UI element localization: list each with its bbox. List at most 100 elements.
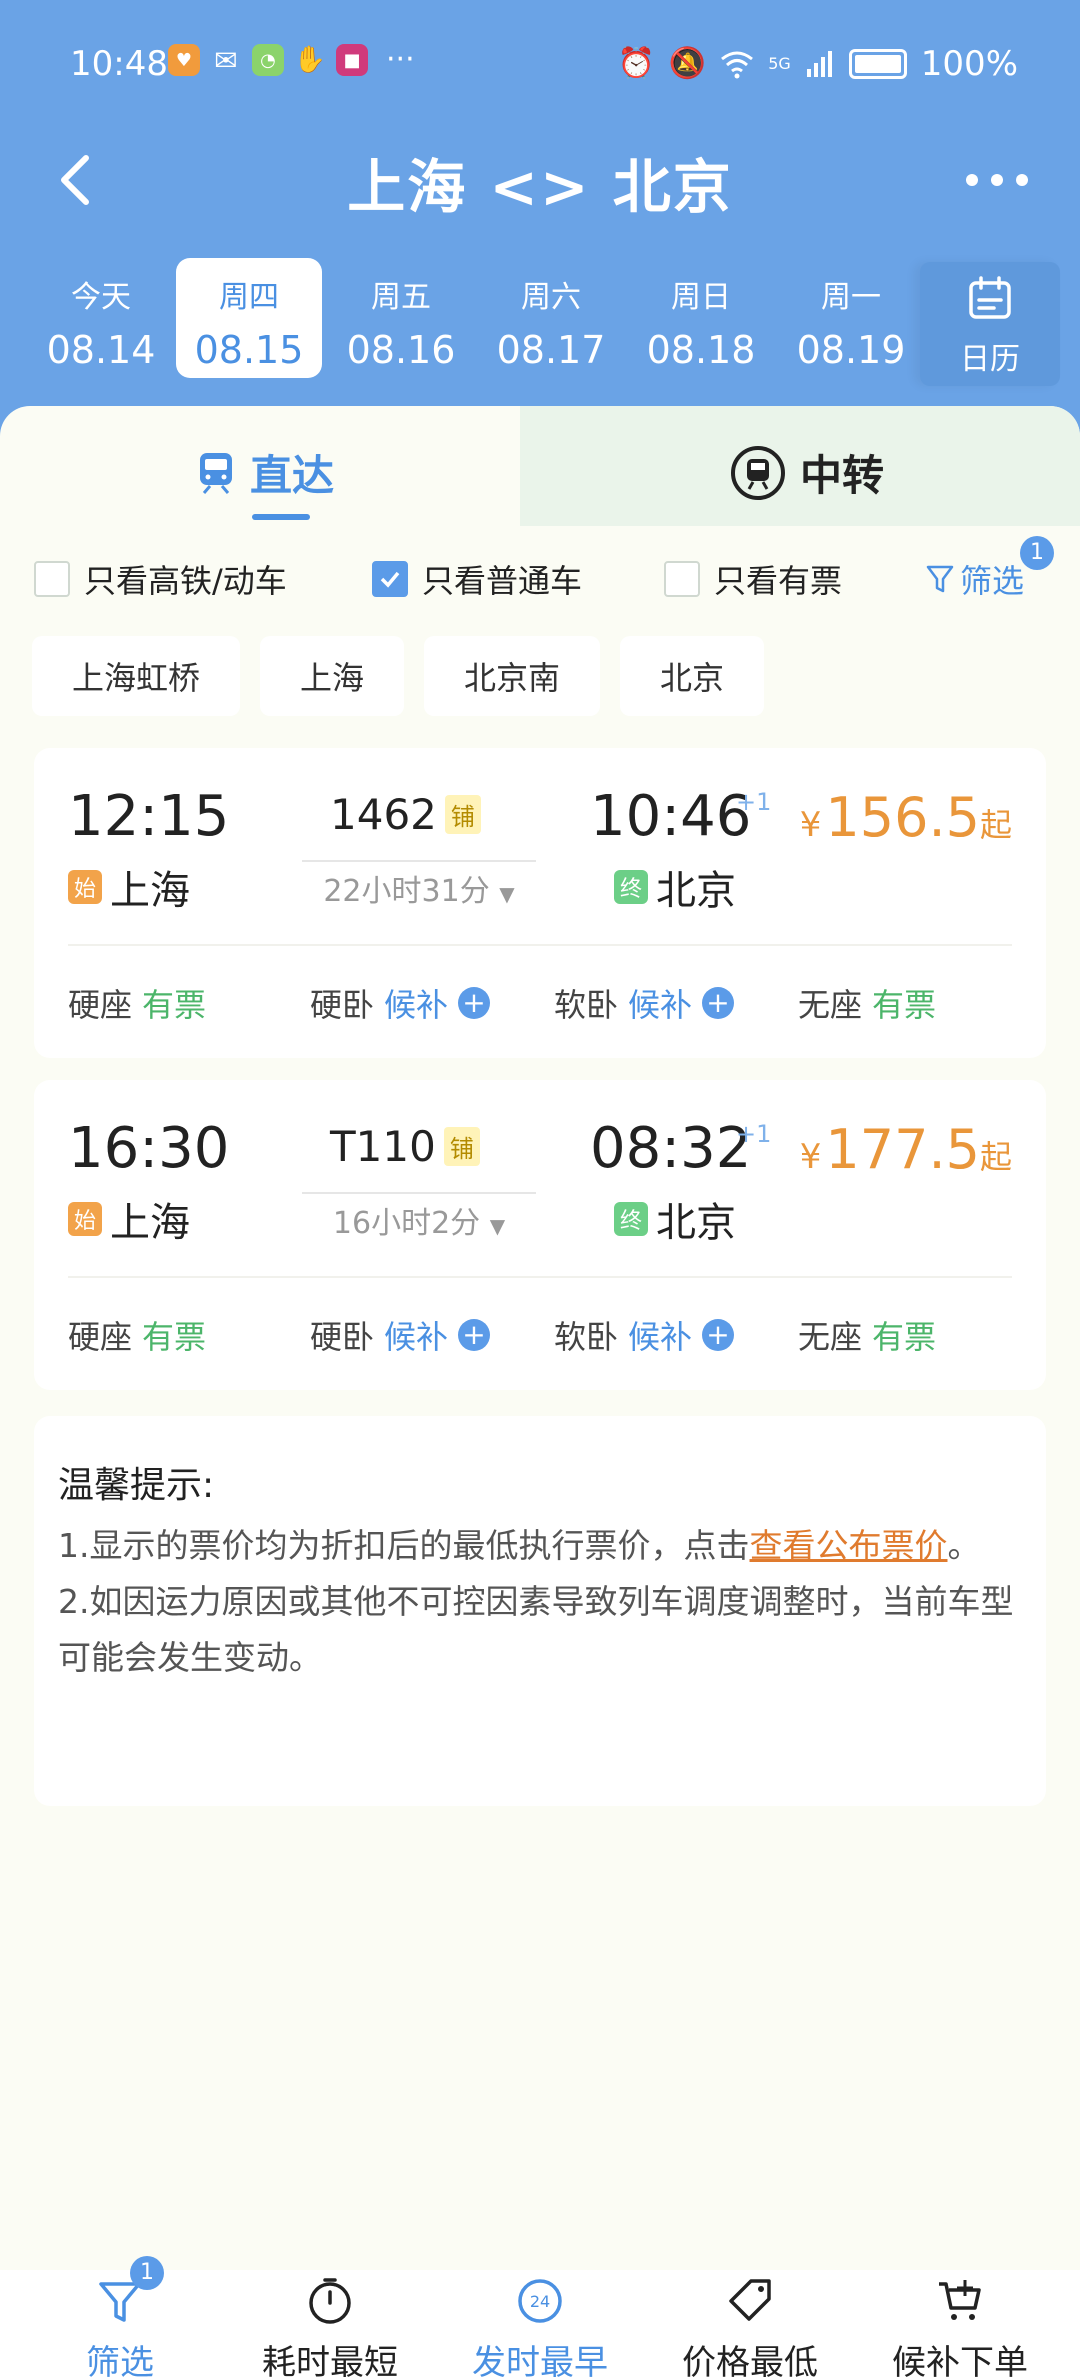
date-value: 08.19 [796, 328, 906, 372]
seat-type: 硬座 [68, 986, 133, 1024]
more-menu-icon[interactable] [962, 150, 1032, 210]
available-only-checkbox[interactable]: 只看有票 [664, 556, 842, 602]
next-day-indicator: +1 [736, 788, 772, 816]
calendar-button[interactable]: 日历 [920, 262, 1060, 386]
date-weekday: 周五 [371, 280, 431, 315]
train-card[interactable]: 12:15 1462 铺 22小时31分 ▼ 10:46 +1 ¥ 156.5 … [34, 748, 1046, 1058]
checkbox-icon [34, 561, 70, 597]
sort-shortest-label: 耗时最短 [262, 2343, 398, 2380]
tab-direct-label: 直达 [250, 451, 335, 500]
date-value: 08.15 [194, 328, 304, 372]
duration-text: 22小时31分 [323, 874, 490, 909]
train-card[interactable]: 16:30 T110 铺 16小时2分 ▼ 08:32 +1 ¥ 177.5 起… [34, 1080, 1046, 1390]
station-chip[interactable]: 北京南 [424, 636, 601, 716]
seat-hard-seat[interactable]: 硬座 有票 [68, 980, 206, 1026]
status-bar: 10:48 ♥ ✉ ◔ ✋ ■ ··· ⏰ 🔕 5G 100% [0, 0, 1080, 130]
station-chip[interactable]: 上海虹桥 [32, 636, 241, 716]
seat-no-seat[interactable]: 无座 有票 [798, 980, 936, 1026]
train-number-text: T110 [330, 1122, 436, 1171]
seat-soft-sleeper[interactable]: 软卧 候补 + [554, 980, 735, 1026]
station-name: 北京 [656, 868, 736, 914]
tab-direct[interactable]: 直达 [196, 442, 334, 503]
seat-hard-sleeper[interactable]: 硬卧 候补 + [310, 1312, 491, 1358]
seat-availability-row: 硬座 有票 硬卧 候补 + 软卧 候补 + 无座 有票 [68, 944, 1012, 1058]
bottom-filter-badge: 1 [130, 2256, 164, 2290]
train-number: T110 铺 [330, 1122, 480, 1171]
date-tab[interactable]: 周六 08.17 [476, 258, 626, 378]
tips-line-1: 1.显示的票价均为折扣后的最低执行票价，点击查看公布票价。 [58, 1518, 1022, 1574]
results-panel: 直达 中转 只看高铁/动车 只看普通车 只看有票 筛选 1 上海虹桥 上海 北京… [0, 406, 1080, 2276]
date-tab-selected[interactable]: 周四 08.15 [176, 258, 322, 378]
add-waitlist-icon[interactable]: + [458, 1319, 491, 1351]
seat-soft-sleeper[interactable]: 软卧 候补 + [554, 1312, 735, 1358]
add-waitlist-icon[interactable]: + [702, 1319, 735, 1351]
divider [302, 860, 536, 862]
bottom-filter-button[interactable]: 筛选 [20, 2270, 220, 2380]
arrival-time: 08:32 [590, 1116, 752, 1181]
route-title[interactable]: 上海 <> 北京 [0, 140, 1080, 224]
battery-level: 100% [920, 44, 1018, 84]
more-notifications-icon: ··· [386, 42, 415, 77]
tips-title: 温馨提示: [58, 1465, 215, 1506]
origin-tag: 始 [68, 1202, 102, 1236]
filter-button[interactable]: 筛选 [926, 556, 1024, 602]
sort-earliest-button[interactable]: 24 发时最早 [440, 2270, 640, 2380]
origin-tag: 始 [68, 870, 102, 904]
currency-symbol: ¥ [799, 805, 822, 845]
date-value: 08.17 [496, 328, 606, 372]
add-waitlist-icon[interactable]: + [458, 987, 491, 1019]
status-right: ⏰ 🔕 5G 100% [618, 44, 1019, 84]
signal-icon [806, 51, 832, 77]
tips-text: 1.显示的票价均为折扣后的最低执行票价，点击 [58, 1526, 750, 1565]
date-tab[interactable]: 周日 08.18 [626, 258, 776, 378]
sort-shortest-button[interactable]: 耗时最短 [230, 2270, 430, 2380]
checkbox-label: 只看高铁/动车 [84, 562, 287, 600]
dropdown-triangle-icon: ▼ [499, 882, 515, 906]
currency-symbol: ¥ [799, 1137, 822, 1177]
seat-status: 有票 [142, 986, 207, 1024]
seat-status: 有票 [872, 1318, 937, 1356]
terminal-tag: 终 [614, 1202, 648, 1236]
status-time: 10:48 [70, 44, 168, 84]
waitlist-order-label: 候补下单 [892, 2343, 1028, 2380]
date-weekday: 今天 [71, 280, 131, 315]
filter-label: 筛选 [959, 562, 1024, 600]
svg-text:24: 24 [530, 2292, 550, 2311]
stopwatch-icon [309, 2278, 351, 2324]
departure-time: 16:30 [68, 1116, 230, 1181]
station-chip[interactable]: 北京 [620, 636, 765, 716]
date-selector: 今天 08.14 周四 08.15 周五 08.16 周六 08.17 周日 0… [0, 258, 920, 388]
seat-no-seat[interactable]: 无座 有票 [798, 1312, 936, 1358]
waitlist-order-button[interactable]: 候补下单 [860, 2270, 1060, 2380]
checkbox-checked-icon [372, 561, 408, 597]
checkbox-label: 只看普通车 [422, 562, 583, 600]
filter-row: 只看高铁/动车 只看普通车 只看有票 筛选 1 [0, 536, 1080, 616]
seat-type: 软卧 [554, 986, 619, 1024]
app-notification-icon: ✋ [293, 45, 327, 75]
date-tab[interactable]: 周五 08.16 [326, 258, 476, 378]
seat-status: 候补 [384, 1318, 449, 1356]
station-chip[interactable]: 上海 [260, 636, 405, 716]
tab-transfer[interactable]: 中转 [730, 442, 884, 503]
tab-transfer-label: 中转 [800, 451, 885, 500]
seat-status: 候补 [628, 1318, 693, 1356]
seat-hard-seat[interactable]: 硬座 有票 [68, 1312, 206, 1358]
high-speed-checkbox[interactable]: 只看高铁/动车 [34, 556, 287, 602]
normal-train-checkbox[interactable]: 只看普通车 [372, 556, 582, 602]
seat-type: 硬座 [68, 1318, 133, 1356]
price-suffix: 起 [979, 806, 1012, 844]
duration[interactable]: 16小时2分 ▼ [302, 1198, 536, 1242]
sort-cheapest-button[interactable]: 价格最低 [650, 2270, 850, 2380]
seat-hard-sleeper[interactable]: 硬卧 候补 + [310, 980, 491, 1026]
add-waitlist-icon[interactable]: + [702, 987, 735, 1019]
clock-24-icon: 24 [518, 2279, 562, 2323]
date-tab[interactable]: 周一 08.19 [776, 258, 926, 378]
seat-type: 软卧 [554, 1318, 619, 1356]
duration[interactable]: 22小时31分 ▼ [302, 866, 536, 910]
price-suffix: 起 [979, 1138, 1012, 1176]
seat-status: 有票 [142, 1318, 207, 1356]
date-tab-today[interactable]: 今天 08.14 [26, 258, 176, 378]
published-fare-link[interactable]: 查看公布票价 [750, 1526, 948, 1565]
seat-status: 有票 [872, 986, 937, 1024]
status-app-icons: ♥ ✉ ◔ ✋ ■ ··· [168, 42, 415, 77]
